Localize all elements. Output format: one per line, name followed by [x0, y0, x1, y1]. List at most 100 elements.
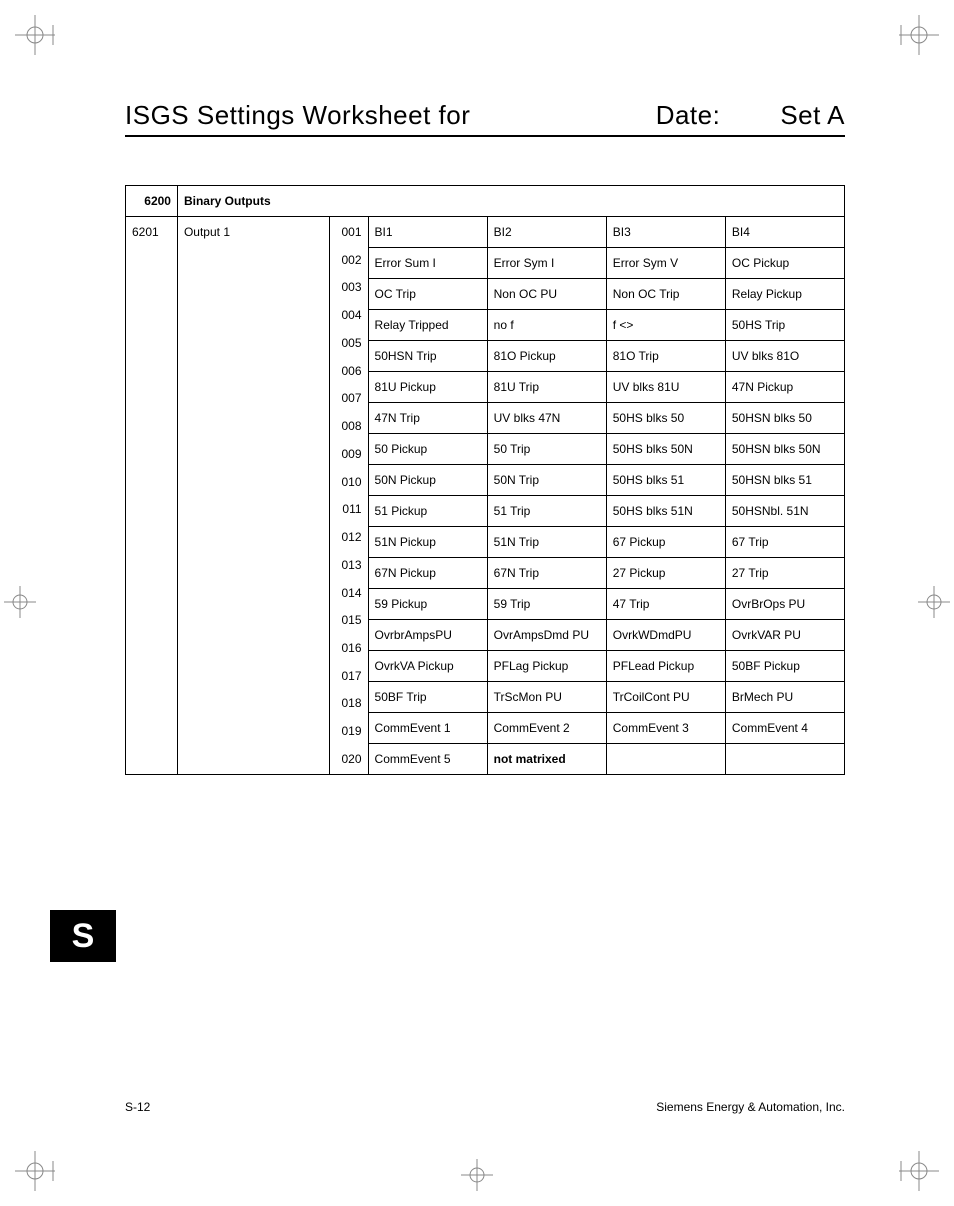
value-cell: Non OC PU — [487, 279, 606, 310]
group-name: Binary Outputs — [177, 186, 844, 217]
value-cell: f <> — [606, 310, 725, 341]
doc-title: ISGS Settings Worksheet for — [125, 100, 626, 131]
value-cell: 59 Trip — [487, 589, 606, 620]
value-cell: 50BF Trip — [368, 682, 487, 713]
value-cell: 51 Trip — [487, 496, 606, 527]
page-footer: S-12 Siemens Energy & Automation, Inc. — [125, 1100, 845, 1114]
block-name: Output 1 — [177, 217, 329, 775]
section-tab-letter: S — [72, 917, 95, 956]
value-cell: no f — [487, 310, 606, 341]
value-cell: 50HSN blks 51 — [725, 465, 844, 496]
value-cell: Relay Tripped — [368, 310, 487, 341]
sub-index: 018 — [330, 696, 362, 710]
value-cell: 51 Pickup — [368, 496, 487, 527]
value-cell: TrScMon PU — [487, 682, 606, 713]
sub-index-column: 0010020030040050060070080090100110120130… — [329, 217, 368, 775]
value-cell: 67 Trip — [725, 527, 844, 558]
value-cell: 50N Pickup — [368, 465, 487, 496]
value-cell: 50HSN blks 50N — [725, 434, 844, 465]
value-cell: 50N Trip — [487, 465, 606, 496]
sub-index: 015 — [330, 613, 362, 627]
sub-index: 013 — [330, 558, 362, 572]
crop-mark-bottom-center — [461, 1159, 493, 1191]
value-cell: 81U Pickup — [368, 372, 487, 403]
value-cell: 50HS blks 50 — [606, 403, 725, 434]
value-cell: TrCoilCont PU — [606, 682, 725, 713]
value-cell: Error Sum I — [368, 248, 487, 279]
crop-mark-mid-right — [918, 586, 950, 618]
value-cell: 47 Trip — [606, 589, 725, 620]
value-cell: OvrkWDmdPU — [606, 620, 725, 651]
value-cell: BI2 — [487, 217, 606, 248]
value-cell: CommEvent 5 — [368, 744, 487, 775]
sub-index: 016 — [330, 641, 362, 655]
sub-index: 020 — [330, 752, 362, 766]
value-cell: OvrBrOps PU — [725, 589, 844, 620]
value-cell: 50HSNbl. 51N — [725, 496, 844, 527]
value-cell: 67N Trip — [487, 558, 606, 589]
crop-mark-top-left — [15, 15, 55, 55]
value-cell: PFLead Pickup — [606, 651, 725, 682]
sub-index: 004 — [330, 308, 362, 322]
value-cell: 67 Pickup — [606, 527, 725, 558]
value-cell: 50HS blks 50N — [606, 434, 725, 465]
value-cell: UV blks 47N — [487, 403, 606, 434]
value-cell: 50HS blks 51N — [606, 496, 725, 527]
sub-index: 003 — [330, 280, 362, 294]
company-name: Siemens Energy & Automation, Inc. — [656, 1100, 845, 1114]
value-cell: 50HS blks 51 — [606, 465, 725, 496]
crop-mark-bottom-right — [899, 1151, 939, 1191]
value-cell: 50 Trip — [487, 434, 606, 465]
value-cell — [606, 744, 725, 775]
value-cell: OvrkVA Pickup — [368, 651, 487, 682]
value-cell: BI3 — [606, 217, 725, 248]
table-group-row: 6200Binary Outputs — [126, 186, 845, 217]
value-cell: Error Sym V — [606, 248, 725, 279]
crop-mark-bottom-left — [15, 1151, 55, 1191]
value-cell: 51N Pickup — [368, 527, 487, 558]
value-cell: 50 Pickup — [368, 434, 487, 465]
sub-index: 005 — [330, 336, 362, 350]
value-cell: OC Trip — [368, 279, 487, 310]
value-cell: UV blks 81U — [606, 372, 725, 403]
value-cell: 51N Trip — [487, 527, 606, 558]
value-cell: CommEvent 1 — [368, 713, 487, 744]
value-cell: Error Sym I — [487, 248, 606, 279]
value-cell: 67N Pickup — [368, 558, 487, 589]
group-code: 6200 — [126, 186, 178, 217]
set-label: Set A — [780, 100, 845, 131]
page-header: ISGS Settings Worksheet for Date: Set A — [125, 100, 845, 137]
value-cell: OvrAmpsDmd PU — [487, 620, 606, 651]
block-addr: 6201 — [126, 217, 178, 775]
value-cell — [725, 744, 844, 775]
sub-index: 009 — [330, 447, 362, 461]
table-row: 6201Output 10010020030040050060070080090… — [126, 217, 845, 248]
value-cell: UV blks 81O — [725, 341, 844, 372]
section-tab: S — [50, 910, 116, 962]
crop-mark-top-right — [899, 15, 939, 55]
sub-index: 017 — [330, 669, 362, 683]
value-cell: 50HS Trip — [725, 310, 844, 341]
page-number: S-12 — [125, 1100, 150, 1114]
sub-index: 002 — [330, 253, 362, 267]
settings-table: 6200Binary Outputs6201Output 10010020030… — [125, 185, 845, 775]
sub-index: 008 — [330, 419, 362, 433]
value-cell: 50HSN Trip — [368, 341, 487, 372]
sub-index: 011 — [330, 502, 362, 516]
sub-index: 001 — [330, 225, 362, 239]
date-label: Date: — [656, 100, 721, 131]
value-cell: OvrbrAmpsPU — [368, 620, 487, 651]
value-cell: BI1 — [368, 217, 487, 248]
sub-index: 019 — [330, 724, 362, 738]
sub-index: 006 — [330, 364, 362, 378]
value-cell: not matrixed — [487, 744, 606, 775]
value-cell: 59 Pickup — [368, 589, 487, 620]
value-cell: 27 Trip — [725, 558, 844, 589]
sub-index: 012 — [330, 530, 362, 544]
value-cell: Relay Pickup — [725, 279, 844, 310]
sub-index: 007 — [330, 391, 362, 405]
value-cell: BI4 — [725, 217, 844, 248]
value-cell: 81O Trip — [606, 341, 725, 372]
value-cell: PFLag Pickup — [487, 651, 606, 682]
crop-mark-mid-left — [4, 586, 36, 618]
